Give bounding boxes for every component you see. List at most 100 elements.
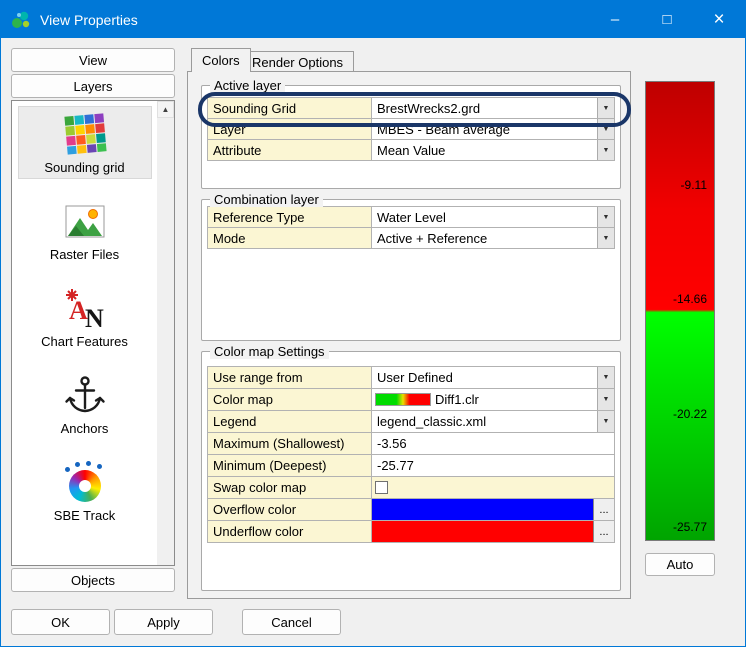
auto-button[interactable]: Auto (645, 553, 715, 576)
layers-list-items: Sounding grid Raster Files A (12, 101, 157, 565)
raster-files-icon (63, 199, 107, 243)
list-item-label: Sounding grid (44, 160, 124, 175)
cancel-button[interactable]: Cancel (242, 609, 341, 635)
property-label: Sounding Grid (208, 98, 372, 118)
color-map-dropdown[interactable]: Diff1.clr ▼ (372, 389, 614, 410)
titlebar[interactable]: View Properties – □ × (1, 1, 745, 38)
dropdown-value: Diff1.clr (435, 392, 479, 407)
property-label: Maximum (Shallowest) (208, 433, 372, 454)
view-button[interactable]: View (11, 48, 175, 72)
layer-dropdown[interactable]: MBES - Beam average ▼ (372, 119, 614, 139)
view-properties-dialog: View Properties – □ × View Layers Soundi… (0, 0, 746, 647)
list-item-label: Chart Features (41, 334, 128, 349)
overflow-color-browse-button[interactable]: ... (594, 499, 614, 520)
svg-text:N: N (85, 304, 104, 330)
colorbar-tick-label: -20.22 (673, 407, 707, 421)
mode-row: Mode Active + Reference ▼ (207, 227, 615, 249)
group-title-color-map-settings: Color map Settings (210, 344, 329, 359)
group-title-active-layer: Active layer (210, 78, 285, 93)
scroll-up-icon[interactable]: ▲ (157, 101, 174, 118)
layers-button[interactable]: Layers (11, 74, 175, 98)
chevron-down-icon[interactable]: ▼ (597, 98, 614, 118)
list-item-sounding-grid[interactable]: Sounding grid (18, 106, 152, 179)
maximum-shallowest-row: Maximum (Shallowest) (207, 432, 615, 455)
group-active-layer: Active layer Sounding Grid BrestWrecks2.… (201, 85, 621, 189)
minimum-deepest-input[interactable] (372, 455, 614, 476)
overflow-color-cell: ... (372, 499, 614, 520)
property-label: Minimum (Deepest) (208, 455, 372, 476)
swap-color-map-checkbox[interactable] (375, 481, 388, 494)
maximum-shallowest-input[interactable] (372, 433, 614, 454)
dropdown-value: legend_classic.xml (372, 414, 486, 429)
chevron-down-icon[interactable]: ▼ (597, 411, 614, 432)
list-scrollbar[interactable]: ▲ (157, 101, 174, 565)
colorbar-tick-label: -25.77 (673, 520, 707, 534)
layers-list: Sounding grid Raster Files A (11, 100, 175, 566)
sounding-grid-icon (63, 112, 107, 156)
active-layer-table: Sounding Grid BrestWrecks2.grd ▼ Layer M… (207, 98, 615, 161)
dropdown-value: Active + Reference (372, 231, 487, 246)
color-map-gradient-preview (375, 393, 431, 406)
legend-dropdown[interactable]: legend_classic.xml ▼ (372, 411, 614, 432)
window-title: View Properties (40, 12, 138, 28)
list-item-label: SBE Track (54, 508, 115, 523)
sounding-grid-row: Sounding Grid BrestWrecks2.grd ▼ (207, 97, 615, 119)
property-label: Underflow color (208, 521, 372, 542)
maximize-button[interactable]: □ (641, 1, 693, 38)
list-item-raster-files[interactable]: Raster Files (18, 193, 152, 266)
list-item-chart-features[interactable]: A N Chart Features (18, 280, 152, 353)
chevron-down-icon[interactable]: ▼ (597, 207, 614, 227)
tab-render-options[interactable]: Render Options (241, 51, 354, 72)
list-item-label: Raster Files (50, 247, 119, 262)
underflow-color-row: Underflow color ... (207, 520, 615, 543)
group-title-combination-layer: Combination layer (210, 192, 323, 207)
ok-button[interactable]: OK (11, 609, 110, 635)
colorbar-tick-label: -14.66 (673, 292, 707, 306)
tab-colors[interactable]: Colors (191, 48, 251, 72)
list-item-sbe-track[interactable]: SBE Track (18, 454, 152, 527)
sounding-grid-dropdown[interactable]: BrestWrecks2.grd ▼ (372, 98, 614, 118)
overflow-color-row: Overflow color ... (207, 498, 615, 521)
use-range-from-dropdown[interactable]: User Defined ▼ (372, 367, 614, 388)
group-combination-layer: Combination layer Reference Type Water L… (201, 199, 621, 341)
reference-type-dropdown[interactable]: Water Level ▼ (372, 207, 614, 227)
chart-features-icon: A N (63, 286, 107, 330)
underflow-color-swatch[interactable] (372, 521, 594, 542)
chevron-down-icon[interactable]: ▼ (597, 140, 614, 160)
reference-type-row: Reference Type Water Level ▼ (207, 206, 615, 228)
property-label: Reference Type (208, 207, 372, 227)
attribute-dropdown[interactable]: Mean Value ▼ (372, 140, 614, 160)
property-label: Legend (208, 411, 372, 432)
chevron-down-icon[interactable]: ▼ (597, 228, 614, 248)
app-icon (10, 9, 32, 31)
list-item-anchors[interactable]: Anchors (18, 367, 152, 440)
underflow-color-browse-button[interactable]: ... (594, 521, 614, 542)
property-label: Overflow color (208, 499, 372, 520)
color-map-settings-table: Use range from User Defined ▼ Color map … (207, 367, 615, 543)
colorbar-tick-label: -9.11 (681, 178, 707, 192)
attribute-row: Attribute Mean Value ▼ (207, 139, 615, 161)
chevron-down-icon[interactable]: ▼ (597, 119, 614, 139)
use-range-from-row: Use range from User Defined ▼ (207, 366, 615, 389)
objects-button[interactable]: Objects (11, 568, 175, 592)
mode-dropdown[interactable]: Active + Reference ▼ (372, 228, 614, 248)
window-controls: – □ × (589, 1, 745, 38)
sbe-track-icon (63, 460, 107, 504)
color-legend-bar: -9.11 -14.66 -20.22 -25.77 (645, 81, 715, 541)
chevron-down-icon[interactable]: ▼ (597, 367, 614, 388)
property-label: Use range from (208, 367, 372, 388)
dropdown-value: User Defined (372, 370, 453, 385)
chevron-down-icon[interactable]: ▼ (597, 389, 614, 410)
overflow-color-swatch[interactable] (372, 499, 594, 520)
apply-button[interactable]: Apply (114, 609, 213, 635)
minimize-button[interactable]: – (589, 1, 641, 38)
close-button[interactable]: × (693, 1, 745, 38)
combination-layer-table: Reference Type Water Level ▼ Mode Active… (207, 207, 615, 249)
anchor-icon (63, 373, 107, 417)
property-label: Mode (208, 228, 372, 248)
legend-row: Legend legend_classic.xml ▼ (207, 410, 615, 433)
underflow-color-cell: ... (372, 521, 614, 542)
swap-color-map-cell (372, 477, 614, 498)
minimum-deepest-row: Minimum (Deepest) (207, 454, 615, 477)
property-label: Layer (208, 119, 372, 139)
